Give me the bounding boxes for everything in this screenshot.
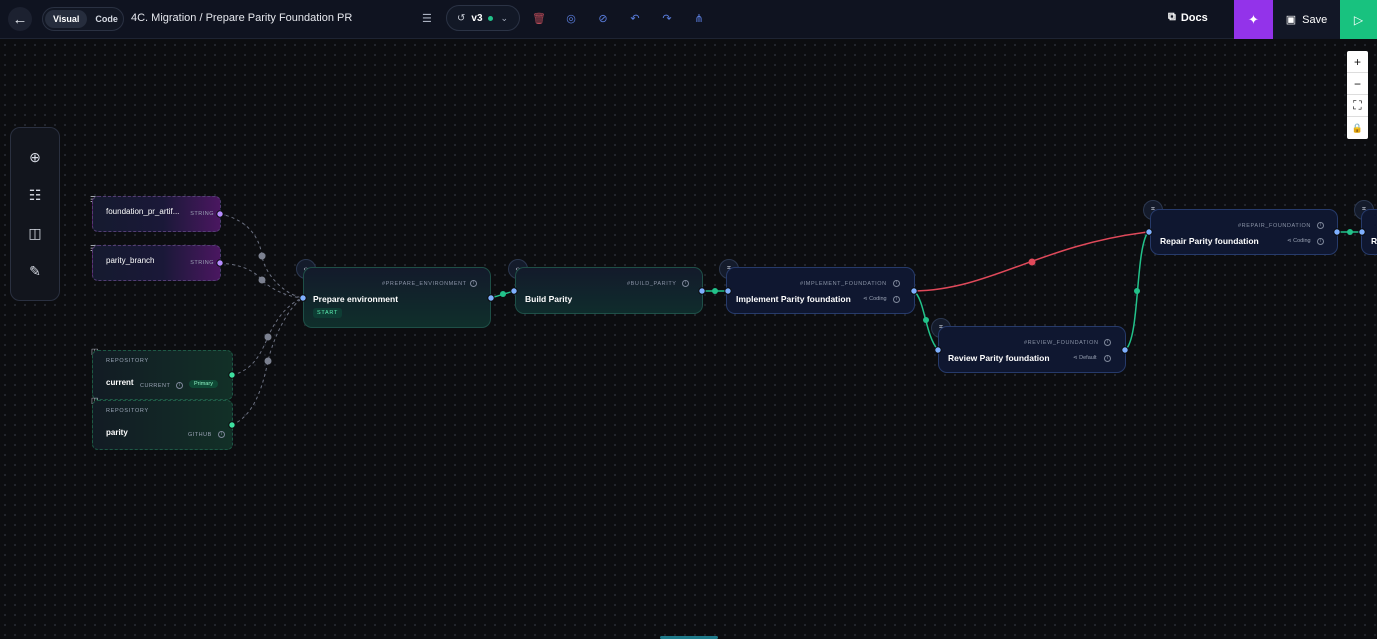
page-title: 4C. Migration / Prepare Parity Foundatio… [131,12,353,24]
repository-caption: REPOSITORY [106,358,149,364]
node-id: #REVIEW_FOUNDATION [1024,340,1099,346]
node-implement-foundation[interactable] [726,267,915,314]
info-icon[interactable]: i [893,296,900,303]
info-icon[interactable]: i [1317,222,1324,229]
node-id: #PREPARE_ENVIRONMENT [382,281,467,287]
node-title: Implement Parity foundation [736,294,851,304]
run-button[interactable]: ▷ [1340,0,1377,39]
start-badge: START [313,308,343,318]
database-icon[interactable]: ◫ [28,225,41,242]
zoom-out-icon[interactable]: − [1347,73,1368,95]
workflow-canvas[interactable] [0,40,1377,639]
add-circle-icon[interactable]: ⊕ [29,149,41,166]
info-icon[interactable]: i [893,280,900,287]
variable-type: STRING [190,260,214,266]
repository-name: parity [106,428,128,437]
variable-name: parity_branch [106,256,155,265]
node-title: Prepare environment [313,294,399,304]
tab-visual[interactable]: Visual [45,10,88,28]
node-meta: ⋖ Default [1073,355,1097,361]
variable-node[interactable]: parity_branch STRING [92,245,221,281]
hierarchy-icon[interactable]: ⋔ [692,11,706,25]
play-icon: ▷ [1353,12,1364,27]
zoom-in-icon[interactable]: + [1347,51,1368,73]
variable-node[interactable]: foundation_pr_artif... STRING [92,196,221,232]
node-title: Repair Parity foundation [1160,236,1259,246]
sparkle-ai-button[interactable]: ✦ [1234,0,1273,39]
eye-off-icon[interactable]: ◎ [564,11,578,25]
compass-icon[interactable]: ⊘ [596,11,610,25]
save-label: Save [1302,13,1328,26]
node-meta: ⋖ Coding [1287,238,1311,244]
node-partial[interactable] [1361,209,1377,255]
redo-icon[interactable]: ↷ [660,11,674,25]
node-build-parity[interactable] [515,267,703,314]
repository-type: GITHUB [188,432,212,438]
info-icon[interactable]: i [1317,238,1324,245]
mode-toggle[interactable]: Visual Code [42,7,124,31]
primary-badge: Primary [189,380,218,388]
edit-file-icon[interactable]: ✎ [29,263,41,280]
info-icon[interactable]: i [1104,355,1111,362]
node-id: #BUILD_PARITY [627,281,677,287]
external-link-icon: ⧉ [1168,11,1176,23]
node-title: Review Parity foundation [948,353,1050,363]
variable-type: STRING [190,211,214,217]
top-bar: ← Visual Code 4C. Migration / Prepare Pa… [0,0,1377,39]
chevron-down-icon: ⌄ [500,12,509,23]
node-title: R [1371,236,1377,246]
node-title: Build Parity [525,294,573,304]
node-meta-label: Coding [869,296,887,302]
tab-code[interactable]: Code [87,10,126,28]
fit-view-icon[interactable]: ⛶ [1347,95,1368,117]
info-icon[interactable]: i [682,280,689,287]
repository-name: current [106,378,134,387]
repository-node[interactable]: REPOSITORY current CURRENT i Primary [92,350,233,400]
trash-icon[interactable]: 🗑 [532,11,546,25]
node-repair-foundation[interactable] [1150,209,1338,255]
version-status-dot [487,15,493,21]
repository-caption: REPOSITORY [106,408,149,414]
back-arrow-icon[interactable]: ← [8,7,32,31]
docs-link[interactable]: ⧉ Docs [1168,11,1208,24]
version-label: v3 [471,12,483,24]
menu-lines-icon[interactable]: ☰ [422,12,432,25]
info-icon[interactable]: i [218,431,225,438]
sliders-icon[interactable]: ☷ [29,187,42,204]
save-button[interactable]: ▣ Save [1273,0,1340,39]
history-icon: ↺ [457,12,466,24]
node-id: #REPAIR_FOUNDATION [1238,223,1311,229]
repository-node[interactable]: REPOSITORY parity GITHUB i [92,400,233,450]
node-meta-label: Default [1079,355,1097,361]
info-icon[interactable]: i [1104,339,1111,346]
node-meta-label: Coding [1293,238,1311,244]
node-meta: ⋖ Coding [863,296,887,302]
repository-type: CURRENT [140,383,171,389]
node-review-foundation[interactable] [938,326,1126,373]
floppy-disk-icon: ▣ [1285,14,1297,26]
version-selector[interactable]: ↺ v3 ⌄ [446,5,520,31]
variable-name: foundation_pr_artif... [106,207,180,216]
docs-label: Docs [1180,11,1208,24]
sparkle-icon: ✦ [1248,11,1259,27]
undo-icon[interactable]: ↶ [628,11,642,25]
info-icon[interactable]: i [470,280,477,287]
zoom-controls: + − ⛶ 🔒 [1347,51,1368,139]
node-id: #IMPLEMENT_FOUNDATION [800,281,887,287]
info-icon[interactable]: i [176,382,183,389]
left-toolbox: ⊕ ☷ ◫ ✎ [10,127,60,301]
lock-icon[interactable]: 🔒 [1347,117,1368,139]
